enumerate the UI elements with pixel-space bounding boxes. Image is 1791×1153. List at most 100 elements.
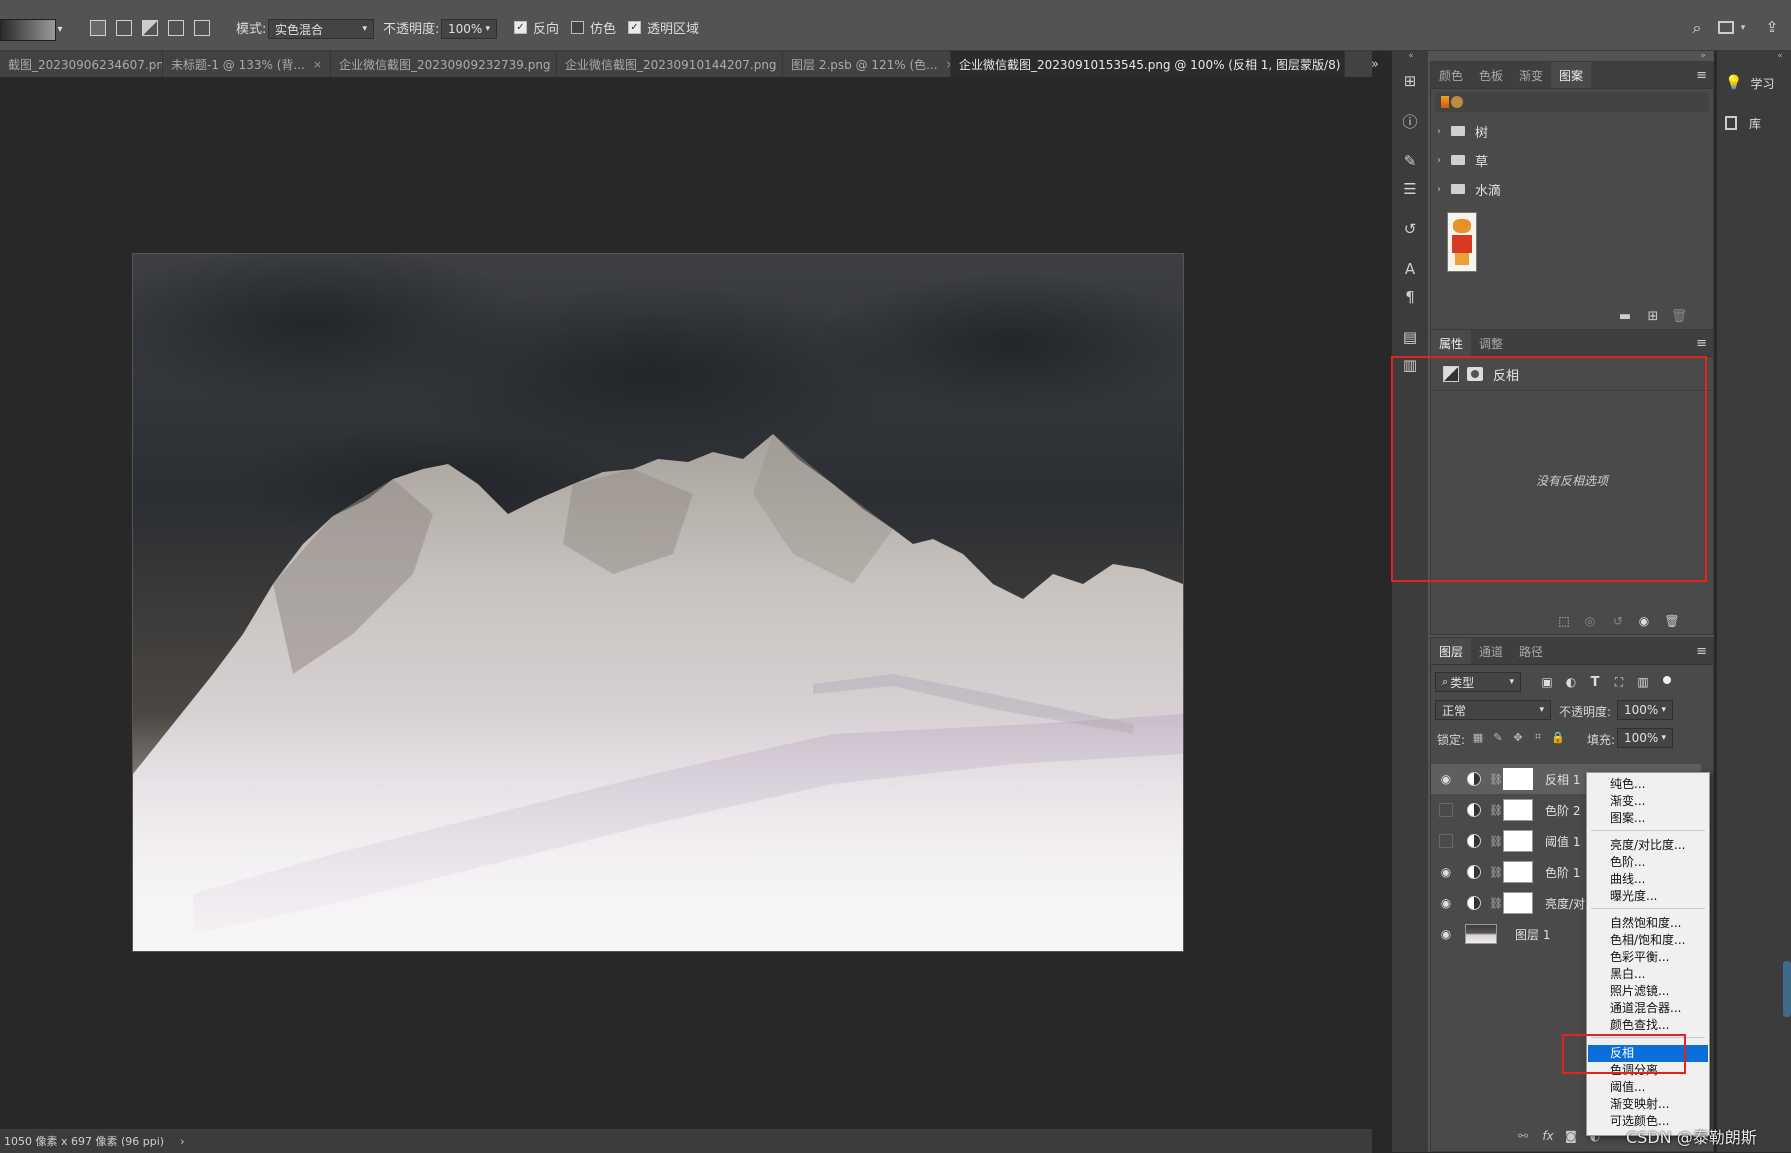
tab-document-1[interactable]: 截图_20230906234607.png×: [0, 51, 163, 77]
tab-swatches[interactable]: 色板: [1471, 62, 1511, 88]
trash-icon[interactable]: 🗑: [1671, 308, 1688, 324]
mode-select[interactable]: 实色混合 ▾: [268, 19, 374, 39]
lock-image-icon[interactable]: ✎: [1491, 730, 1505, 744]
smart-object-filter-icon[interactable]: ▥: [1635, 674, 1651, 690]
gradient-dropdown-icon[interactable]: ▾: [54, 19, 66, 39]
visibility-toggle[interactable]: [1439, 834, 1453, 848]
menu-item-gradient-map[interactable]: 渐变映射...: [1588, 1096, 1708, 1113]
shape-filter-icon[interactable]: ⛶: [1611, 674, 1627, 690]
brush-settings-icon[interactable]: ☰: [1400, 179, 1420, 199]
layer-name[interactable]: 色阶 1: [1545, 864, 1580, 881]
reverse-checkbox[interactable]: ✓: [514, 20, 527, 34]
workspace-icon[interactable]: [1718, 21, 1734, 34]
link-chain-icon[interactable]: ⛓: [1489, 835, 1503, 848]
pattern-thumbnail-tiger[interactable]: [1447, 212, 1477, 272]
menu-item-vibrance[interactable]: 自然饱和度...: [1588, 915, 1708, 932]
type-filter-icon[interactable]: T: [1587, 674, 1603, 690]
angle-gradient-button[interactable]: [142, 20, 158, 36]
menu-item-channel-mixer[interactable]: 通道混合器...: [1588, 1000, 1708, 1017]
menu-item-brightness-contrast[interactable]: 亮度/对比度...: [1588, 837, 1708, 854]
close-icon[interactable]: ×: [313, 58, 322, 71]
lock-all-icon[interactable]: 🔒: [1551, 730, 1565, 744]
menu-item-color-balance[interactable]: 色彩平衡...: [1588, 949, 1708, 966]
menu-item-gradient[interactable]: 渐变...: [1588, 793, 1708, 810]
dither-option[interactable]: 仿色: [571, 16, 616, 38]
visibility-eye-icon[interactable]: ◉: [1635, 613, 1653, 629]
paragraph-icon[interactable]: ¶: [1400, 287, 1420, 307]
add-mask-icon[interactable]: ◙: [1563, 1128, 1579, 1144]
learn-button[interactable]: 💡 学习: [1725, 71, 1787, 95]
visibility-eye-icon[interactable]: ◉: [1439, 772, 1453, 786]
menu-item-pattern[interactable]: 图案...: [1588, 810, 1708, 827]
visibility-eye-icon[interactable]: ◉: [1439, 865, 1453, 879]
new-group-icon[interactable]: ▬: [1617, 308, 1633, 324]
link-chain-icon[interactable]: ⛓: [1489, 897, 1503, 910]
brush-icon[interactable]: ✎: [1400, 151, 1420, 171]
transparency-checkbox[interactable]: ✓: [628, 20, 641, 34]
menu-item-exposure[interactable]: 曝光度...: [1588, 888, 1708, 905]
collapse-arrows-icon[interactable]: «: [1773, 51, 1787, 61]
menu-item-color-lookup[interactable]: 颜色查找...: [1588, 1017, 1708, 1034]
view-previous-icon[interactable]: ◎: [1581, 613, 1599, 629]
pattern-folder-water[interactable]: › 水滴: [1437, 176, 1697, 202]
panel-menu-icon[interactable]: ≡: [1696, 336, 1707, 351]
dither-checkbox[interactable]: [571, 20, 584, 34]
visibility-toggle[interactable]: [1439, 803, 1453, 817]
recent-pattern-swatch[interactable]: [1451, 96, 1463, 108]
lock-position-icon[interactable]: ✥: [1511, 730, 1525, 744]
menu-item-curves[interactable]: 曲线...: [1588, 871, 1708, 888]
tab-color[interactable]: 颜色: [1431, 62, 1471, 88]
layer-name[interactable]: 色阶 2: [1545, 802, 1580, 819]
tab-gradients[interactable]: 渐变: [1511, 62, 1551, 88]
link-chain-icon[interactable]: ⛓: [1489, 866, 1503, 879]
tab-channels[interactable]: 通道: [1471, 638, 1511, 664]
pattern-folder-grass[interactable]: › 草: [1437, 147, 1697, 173]
reset-icon[interactable]: ↺: [1609, 613, 1627, 629]
chevron-right-icon[interactable]: ›: [1437, 155, 1451, 166]
visibility-eye-icon[interactable]: ◉: [1439, 896, 1453, 910]
layer-filter-select[interactable]: ⌕ 类型 ▾: [1435, 672, 1521, 692]
menu-item-hue-saturation[interactable]: 色相/饱和度...: [1588, 932, 1708, 949]
menu-item-black-white[interactable]: 黑白...: [1588, 966, 1708, 983]
tab-adjustments[interactable]: 调整: [1471, 330, 1511, 356]
clone-source-icon[interactable]: ↺: [1400, 219, 1420, 239]
chevron-right-icon[interactable]: ›: [1437, 184, 1451, 195]
tab-properties[interactable]: 属性: [1431, 330, 1472, 356]
menu-item-threshold[interactable]: 阈值...: [1588, 1079, 1708, 1096]
menu-item-solid-color[interactable]: 纯色...: [1588, 776, 1708, 793]
character-icon[interactable]: A: [1400, 259, 1420, 279]
search-icon[interactable]: ⌕: [1687, 18, 1707, 38]
layer-mask-thumbnail[interactable]: [1503, 892, 1533, 914]
pattern-folder-tree[interactable]: › 树: [1437, 118, 1697, 144]
layer-opacity-input[interactable]: 100% ▾: [1617, 700, 1673, 720]
document-canvas-image[interactable]: [133, 254, 1183, 951]
filter-toggle-icon[interactable]: [1663, 676, 1671, 684]
reverse-option[interactable]: ✓ 反向: [514, 16, 559, 38]
reflected-gradient-button[interactable]: [168, 20, 184, 36]
info-icon[interactable]: ⓘ: [1400, 111, 1420, 131]
tabs-overflow-icon[interactable]: »: [1366, 54, 1384, 74]
link-chain-icon[interactable]: ⛓: [1489, 804, 1503, 817]
adjustment-filter-icon[interactable]: ◐: [1563, 674, 1579, 690]
collapse-arrows-icon[interactable]: »: [1696, 51, 1710, 61]
tab-document-3[interactable]: 企业微信截图_20230909232739.png×: [331, 51, 557, 77]
clip-to-layer-icon[interactable]: ⬚: [1555, 613, 1573, 629]
tab-document-2[interactable]: 未标题-1 @ 133% (背... ×: [163, 51, 331, 77]
status-arrow[interactable]: ›: [180, 1135, 184, 1148]
opacity-input[interactable]: 100% ▾: [441, 19, 497, 39]
pixel-filter-icon[interactable]: ▣: [1539, 674, 1555, 690]
share-icon[interactable]: ⇪: [1762, 16, 1782, 38]
scroll-indicator[interactable]: [1783, 961, 1791, 1017]
chevron-right-icon[interactable]: ›: [1437, 126, 1451, 137]
layer-mask-thumbnail[interactable]: [1503, 799, 1533, 821]
linear-gradient-button[interactable]: [90, 20, 106, 36]
history-icon[interactable]: ⊞: [1400, 71, 1420, 91]
layer-name[interactable]: 图层 1: [1515, 926, 1550, 943]
panel-menu-icon[interactable]: ≡: [1696, 644, 1707, 659]
trash-icon[interactable]: 🗑: [1663, 613, 1681, 629]
library-button[interactable]: 库: [1725, 111, 1787, 135]
recent-pattern-swatch[interactable]: [1441, 96, 1449, 108]
menu-item-photo-filter[interactable]: 照片滤镜...: [1588, 983, 1708, 1000]
diamond-gradient-button[interactable]: [194, 20, 210, 36]
layer-mask-thumbnail[interactable]: [1503, 830, 1533, 852]
